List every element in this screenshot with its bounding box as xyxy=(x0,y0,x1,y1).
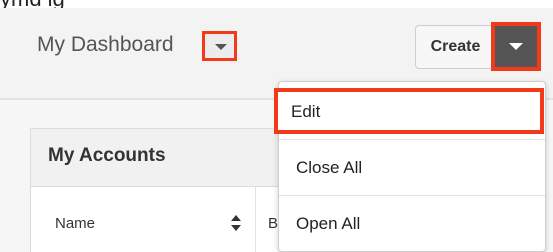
dashlet-title: My Accounts xyxy=(48,145,166,166)
dashboard-title: My Dashboard xyxy=(37,33,174,56)
cropped-text-fragment: ymd ig xyxy=(0,0,65,8)
column-header-second[interactable]: B xyxy=(268,215,278,232)
menu-item-open-all[interactable]: Open All xyxy=(279,202,545,246)
create-button[interactable]: Create xyxy=(415,25,495,69)
dashboard-page: ymd ig My Dashboard Create My Accounts N… xyxy=(0,0,553,252)
cropped-top-text: ymd ig xyxy=(0,0,553,8)
menu-item-edit[interactable]: Edit xyxy=(274,88,544,134)
dashboard-menu-toggle[interactable] xyxy=(202,31,237,61)
menu-divider xyxy=(279,195,545,196)
chevron-down-icon xyxy=(509,43,523,50)
column-header-name[interactable]: Name xyxy=(55,215,95,232)
sort-icon[interactable] xyxy=(230,214,242,232)
menu-item-close-all[interactable]: Close All xyxy=(279,146,545,190)
dashboard-actions-dropdown: Edit Close All Open All xyxy=(274,81,546,252)
column-divider xyxy=(255,187,256,252)
menu-divider xyxy=(279,139,545,140)
create-actions-toggle[interactable] xyxy=(491,22,541,71)
chevron-down-icon xyxy=(215,44,227,50)
